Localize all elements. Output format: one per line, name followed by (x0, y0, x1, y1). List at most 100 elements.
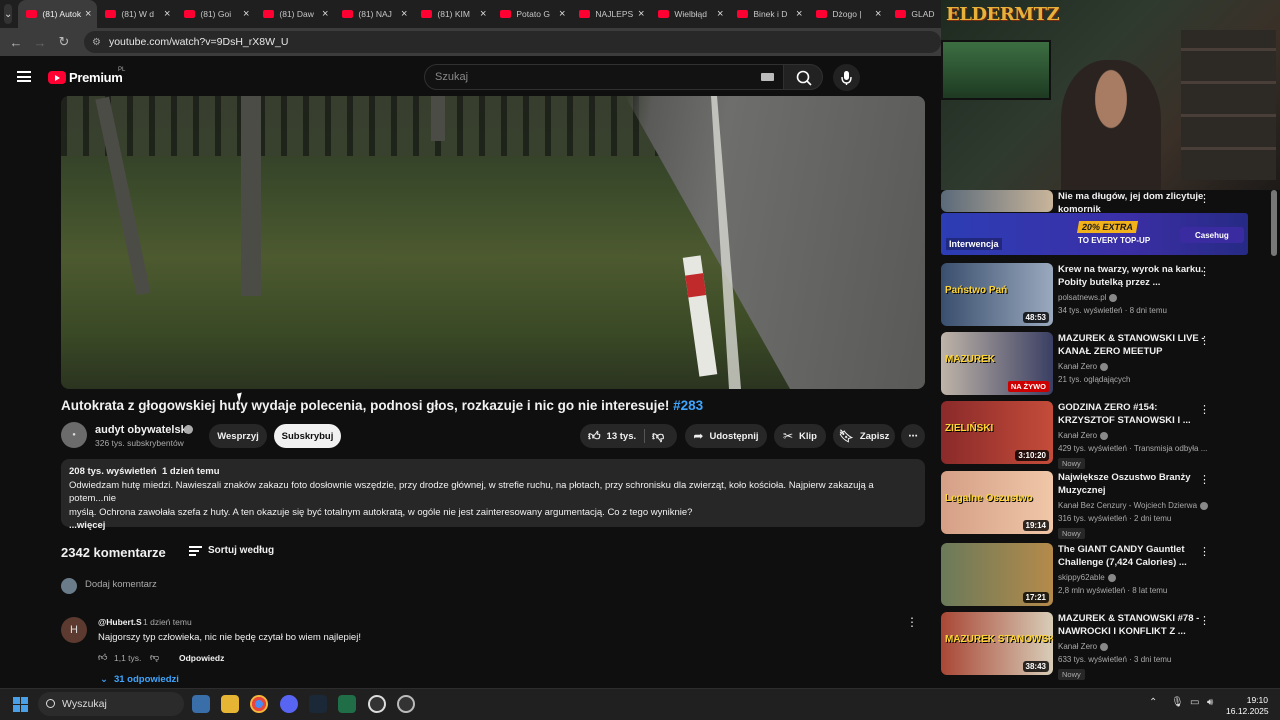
comment-reply-button[interactable]: Odpowiedz (179, 653, 224, 663)
steam-icon[interactable] (309, 695, 327, 713)
suggestion-menu-icon[interactable]: ⋮ (1199, 545, 1210, 558)
hamburger-menu-icon[interactable] (17, 71, 31, 82)
suggested-thumbnail[interactable] (941, 190, 1053, 212)
sort-button[interactable]: Sortuj według (208, 545, 274, 556)
like-button[interactable]: 👍︎ 13 tys. 👎︎ (580, 424, 677, 448)
suggestion-menu-icon[interactable]: ⋮ (1199, 403, 1210, 416)
sort-icon[interactable] (189, 546, 202, 558)
back-icon[interactable]: ← (4, 35, 28, 50)
suggestion-menu-icon[interactable]: ⋮ (1199, 614, 1210, 627)
browser-tab[interactable]: Wielbłąd × (650, 0, 729, 28)
browser-tab[interactable]: (81) NAJ × (334, 0, 413, 28)
more-actions-button[interactable]: ⋯ (901, 424, 925, 448)
close-tab-icon[interactable]: × (401, 8, 407, 20)
suggested-thumbnail[interactable]: Państwo Pań 48:53 (941, 263, 1053, 326)
suggested-title[interactable]: Krew na twarzy, wyrok na karku. Pobity b… (1058, 263, 1208, 289)
browser-tab[interactable]: (81) W d × (97, 0, 176, 28)
clip-button[interactable]: ✂ Klip (774, 424, 826, 448)
suggested-title[interactable]: The GIANT CANDY Gauntlet Challenge (7,42… (1058, 543, 1208, 569)
url-field[interactable]: ⚙ youtube.com/watch?v=9DsH_rX8W_U (84, 31, 941, 53)
task-view-icon[interactable] (192, 695, 210, 713)
discord-icon[interactable] (280, 695, 298, 713)
suggested-title[interactable]: GODZINA ZERO #154: KRZYSZTOF STANOWSKI I… (1058, 401, 1208, 427)
browser-tab[interactable]: (81) KIM × (413, 0, 492, 28)
reload-icon[interactable]: ↻ (52, 34, 76, 50)
video-player[interactable] (61, 96, 925, 389)
suggested-title[interactable]: MAZUREK & STANOWSKI LIVE - KANAŁ ZERO ME… (1058, 332, 1208, 358)
close-tab-icon[interactable]: × (243, 8, 249, 20)
save-button[interactable]: 🔖︎ Zapisz (833, 424, 895, 448)
suggested-thumbnail[interactable]: MAZUREK NA ŻYWO (941, 332, 1053, 395)
comment-dislike-icon[interactable]: 👎︎ (150, 652, 159, 663)
close-tab-icon[interactable]: × (875, 8, 881, 20)
scrollbar[interactable] (1271, 190, 1277, 256)
browser-tab[interactable]: (81) Goi × (176, 0, 255, 28)
file-explorer-icon[interactable] (221, 695, 239, 713)
voice-search-button[interactable] (833, 64, 860, 91)
browser-tab[interactable]: (81) Autok × (18, 0, 98, 28)
comment-menu-icon[interactable]: ⋮ (906, 615, 918, 629)
suggested-channel[interactable]: Kanał Zero (1058, 362, 1109, 371)
suggestion-menu-icon[interactable]: ⋮ (1199, 334, 1210, 347)
suggested-channel[interactable]: Kanał Bez Cenzury - Wojciech Dzierwa (1058, 501, 1209, 510)
chrome-icon[interactable] (250, 695, 268, 713)
forward-icon[interactable]: → (28, 35, 52, 50)
suggestion-menu-icon[interactable]: ⋮ (1199, 192, 1210, 205)
microphone-tray-icon[interactable]: 🎙︎ (1171, 697, 1184, 708)
browser-tab[interactable]: Dżogo | × (808, 0, 887, 28)
video-description[interactable]: 208 tys. wyświetleń 1 dzień temu Odwiedz… (61, 459, 925, 531)
clock-time[interactable]: 19:10 (1238, 695, 1268, 705)
support-button[interactable]: Wesprzyj (209, 424, 267, 448)
search-input[interactable]: Szukaj (424, 64, 784, 90)
close-tab-icon[interactable]: × (85, 8, 91, 20)
youtube-logo[interactable]: Premium (48, 70, 123, 85)
windows-start-icon[interactable] (13, 697, 29, 713)
suggested-channel[interactable]: Kanał Zero (1058, 642, 1109, 651)
show-more-link[interactable]: ...więcej (69, 519, 917, 533)
search-button[interactable] (783, 64, 823, 90)
tab-search-dropdown-icon[interactable]: ⌄ (4, 4, 13, 24)
obs-icon[interactable] (368, 695, 386, 713)
comment-avatar[interactable]: H (61, 617, 87, 643)
close-tab-icon[interactable]: × (717, 8, 723, 20)
comment-author[interactable]: @Hubert.S (98, 617, 142, 627)
channel-name[interactable]: audyt obywatelski (95, 424, 190, 436)
site-info-icon[interactable]: ⚙ (92, 37, 101, 48)
video-hashtag[interactable]: #283 (673, 398, 703, 413)
add-comment-input[interactable]: Dodaj komentarz (85, 579, 157, 590)
close-tab-icon[interactable]: × (559, 8, 565, 20)
close-tab-icon[interactable]: × (322, 8, 328, 20)
suggested-channel[interactable]: polsatnews.pl (1058, 293, 1118, 302)
browser-tab[interactable]: (81) Daw × (255, 0, 334, 28)
volume-icon[interactable]: 🔊︎ (1207, 697, 1213, 708)
suggested-thumbnail[interactable]: MAZUREK STANOWSKI 38:43 (941, 612, 1053, 675)
keyboard-icon[interactable] (761, 73, 774, 81)
view-replies-button[interactable]: ⌄ 31 odpowiedzi (100, 674, 179, 685)
excel-icon[interactable] (338, 695, 356, 713)
comment-like-icon[interactable]: 👍︎ (98, 652, 107, 663)
suggestion-menu-icon[interactable]: ⋮ (1199, 473, 1210, 486)
suggestion-menu-icon[interactable]: ⋮ (1199, 265, 1210, 278)
close-tab-icon[interactable]: × (164, 8, 170, 20)
suggested-thumbnail[interactable]: ZIELIŃSKI 3:10:20 (941, 401, 1053, 464)
comment-time[interactable]: 1 dzień temu (143, 617, 192, 627)
close-tab-icon[interactable]: × (638, 8, 644, 20)
browser-tab[interactable]: Potato G × (492, 0, 571, 28)
settings-app-icon[interactable] (397, 695, 415, 713)
thumbs-down-icon[interactable]: 👎︎ (652, 429, 664, 444)
browser-tab[interactable]: NAJLEPS × (571, 0, 650, 28)
monitor-tray-icon[interactable]: ▭ (1190, 697, 1199, 708)
clock-date[interactable]: 16.12.2025 (1226, 706, 1269, 716)
suggested-title[interactable]: Największe Oszustwo Branży Muzycznej (1058, 471, 1208, 497)
close-tab-icon[interactable]: × (480, 8, 486, 20)
taskbar-search[interactable]: Wyszukaj (38, 692, 184, 716)
suggested-title[interactable]: MAZUREK & STANOWSKI #78 - NAWROCKI I KON… (1058, 612, 1208, 638)
subscribe-button[interactable]: Subskrybuj (274, 424, 341, 448)
suggested-channel[interactable]: skippy62able (1058, 573, 1116, 582)
browser-tab[interactable]: Binek i D × (729, 0, 808, 28)
share-button[interactable]: ➦ Udostępnij (685, 424, 767, 448)
suggested-channel[interactable]: Kanał Zero (1058, 431, 1109, 440)
suggested-thumbnail[interactable]: 17:21 (941, 543, 1053, 606)
tray-chevron-up-icon[interactable]: ⌃ (1149, 697, 1157, 708)
close-tab-icon[interactable]: × (796, 8, 802, 20)
